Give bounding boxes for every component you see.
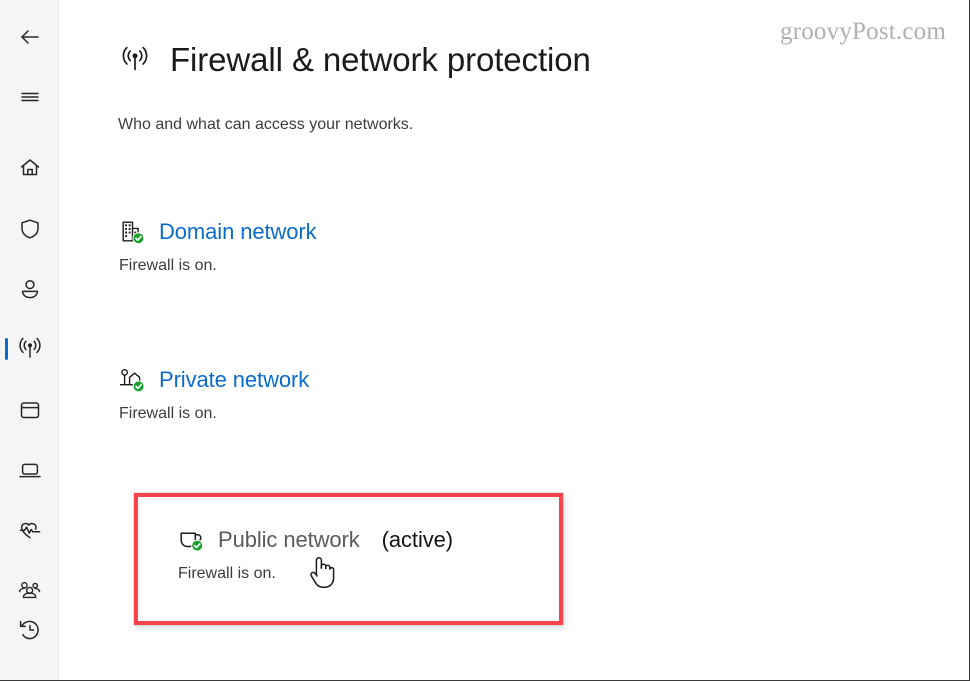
watermark: groovyPost.com [780,18,946,45]
back-arrow-icon [20,30,39,44]
sidebar-item-device-security[interactable] [0,447,59,493]
network-header: Private network [118,366,309,394]
network-link-domain[interactable]: Domain network [159,219,317,245]
sidebar-item-firewall[interactable] [0,326,59,372]
sidebar-item-device-health[interactable] [0,507,59,553]
network-section-public: Public network (active) Firewall is on. [134,493,563,625]
history-clock-icon [19,620,39,640]
network-public-body: Public network (active) Firewall is on. [177,526,453,583]
heart-pulse-icon [19,522,40,539]
sidebar-item-home[interactable] [0,145,59,191]
page-header: Firewall & network protection [118,41,591,79]
wireless-signal-icon [18,337,41,358]
wireless-signal-icon [122,46,148,71]
hamburger-menu-icon [20,92,39,102]
sidebar-icon-rail [0,0,59,680]
content-area: groovyPost.com Firewall & network protec… [59,0,969,680]
house-check-icon [119,369,145,393]
page-title: Firewall & network protection [170,41,591,78]
network-header: Public network (active) [177,526,453,554]
network-header: Domain network [118,218,317,246]
app-window-icon [20,402,39,419]
network-status-domain: Firewall is on. [119,257,217,274]
network-status-public: Firewall is on. [178,565,276,582]
network-section-private: Private network Firewall is on. [118,366,309,423]
network-label-public[interactable]: Public network [218,527,360,553]
page-subtitle: Who and what can access your networks. [118,116,414,133]
people-icon [18,581,40,599]
network-link-private[interactable]: Private network [159,367,309,393]
shield-icon [20,219,39,239]
network-active-badge: (active) [381,527,453,552]
building-check-icon [122,221,145,245]
sidebar-item-protection-history[interactable] [0,607,59,653]
back-button[interactable] [0,14,59,60]
sidebar-item-virus-protection[interactable] [0,206,59,252]
person-icon [21,279,38,299]
laptop-icon [18,463,41,478]
coffee-cup-check-icon [180,532,204,552]
sidebar-item-account-protection[interactable] [0,266,59,312]
network-section-domain: Domain network Firewall is on. [118,218,317,275]
network-status-private: Firewall is on. [119,405,217,422]
home-icon [20,159,39,176]
security-app-window: groovyPost.com Firewall & network protec… [0,0,970,681]
active-indicator [5,338,8,360]
menu-button[interactable] [0,74,59,120]
sidebar-item-app-browser-control[interactable] [0,387,59,433]
